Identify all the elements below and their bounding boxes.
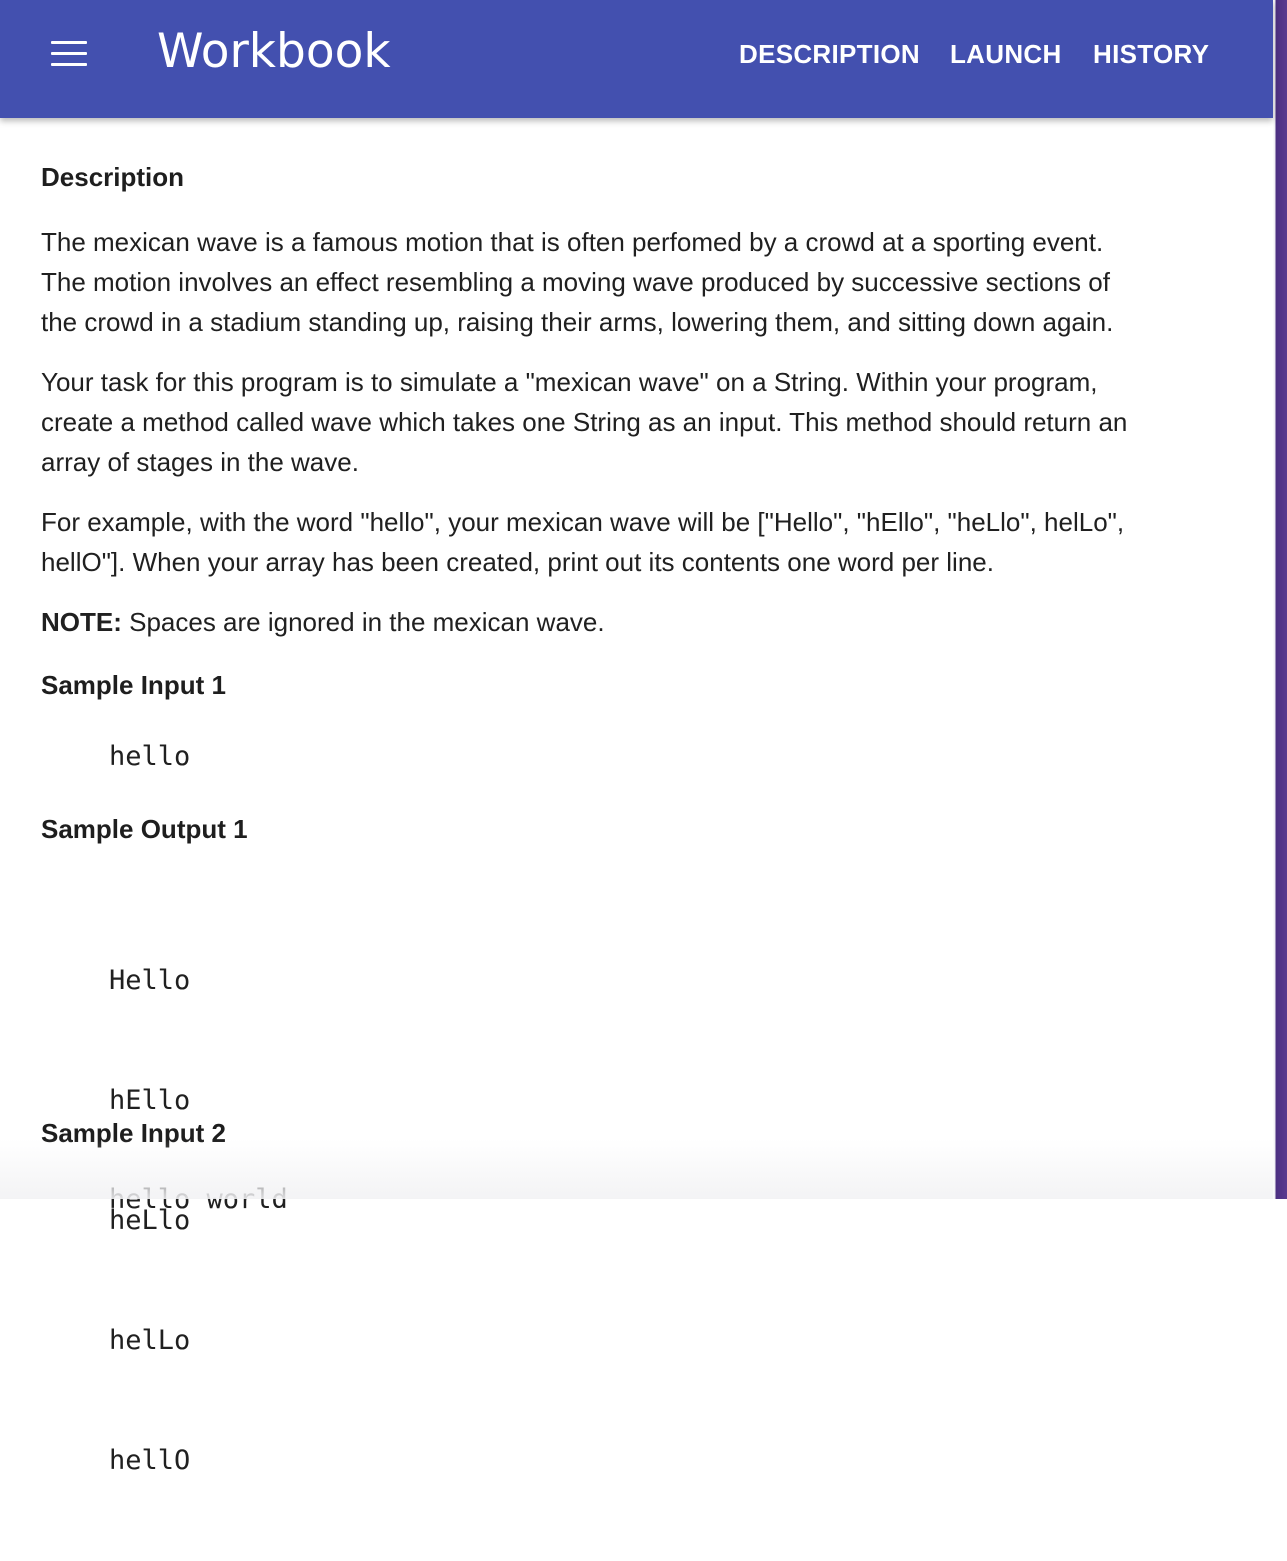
output-line: hEllo	[109, 1085, 191, 1116]
paragraph-line: The mexican wave is a famous motion that…	[41, 227, 1104, 257]
paragraph-line: Your task for this program is to simulat…	[41, 367, 1098, 397]
paragraph-example: For example, with the word "hello", your…	[41, 502, 1226, 582]
paragraph-line: the crowd in a stadium standing up, rais…	[41, 307, 1114, 337]
nav-launch-tab[interactable]: LAUNCH	[950, 34, 1062, 74]
nav-description-tab[interactable]: DESCRIPTION	[739, 34, 920, 74]
description-heading: Description	[41, 162, 185, 192]
note-paragraph: NOTE: Spaces are ignored in the mexican …	[41, 602, 1226, 642]
app-bar: Workbook DESCRIPTION LAUNCH HISTORY	[0, 0, 1273, 118]
output-line: hellO	[109, 1445, 191, 1476]
paragraph-line: The motion involves an effect resembling…	[41, 267, 1110, 297]
sample-input-1-heading: Sample Input 1	[41, 670, 226, 700]
paragraph-line: array of stages in the wave.	[41, 447, 359, 477]
paragraph-line: For example, with the word "hello", your…	[41, 507, 1125, 537]
sample-output-1-heading: Sample Output 1	[41, 814, 248, 844]
paragraph-line: create a method called wave which takes …	[41, 407, 1128, 437]
note-text: Spaces are ignored in the mexican wave.	[121, 607, 605, 637]
paragraph-task: Your task for this program is to simulat…	[41, 362, 1226, 482]
sample-input-2-code: hello world	[109, 1184, 288, 1215]
output-line: helLo	[109, 1325, 191, 1356]
paragraph-intro: The mexican wave is a famous motion that…	[41, 222, 1226, 342]
note-label: NOTE:	[41, 607, 122, 637]
sample-input-1-code: hello	[109, 741, 191, 772]
nav-history-tab[interactable]: HISTORY	[1093, 34, 1209, 74]
sample-input-2-heading: Sample Input 2	[41, 1118, 226, 1148]
hamburger-menu-icon[interactable]	[44, 32, 94, 76]
output-line: Hello	[109, 965, 191, 996]
sample-output-1-code: Hello hEllo heLlo helLo hellO	[109, 881, 190, 1561]
app-title: Workbook	[157, 24, 391, 79]
window-edge	[1273, 0, 1287, 1199]
paragraph-line: hellO"]. When your array has been create…	[41, 547, 994, 577]
